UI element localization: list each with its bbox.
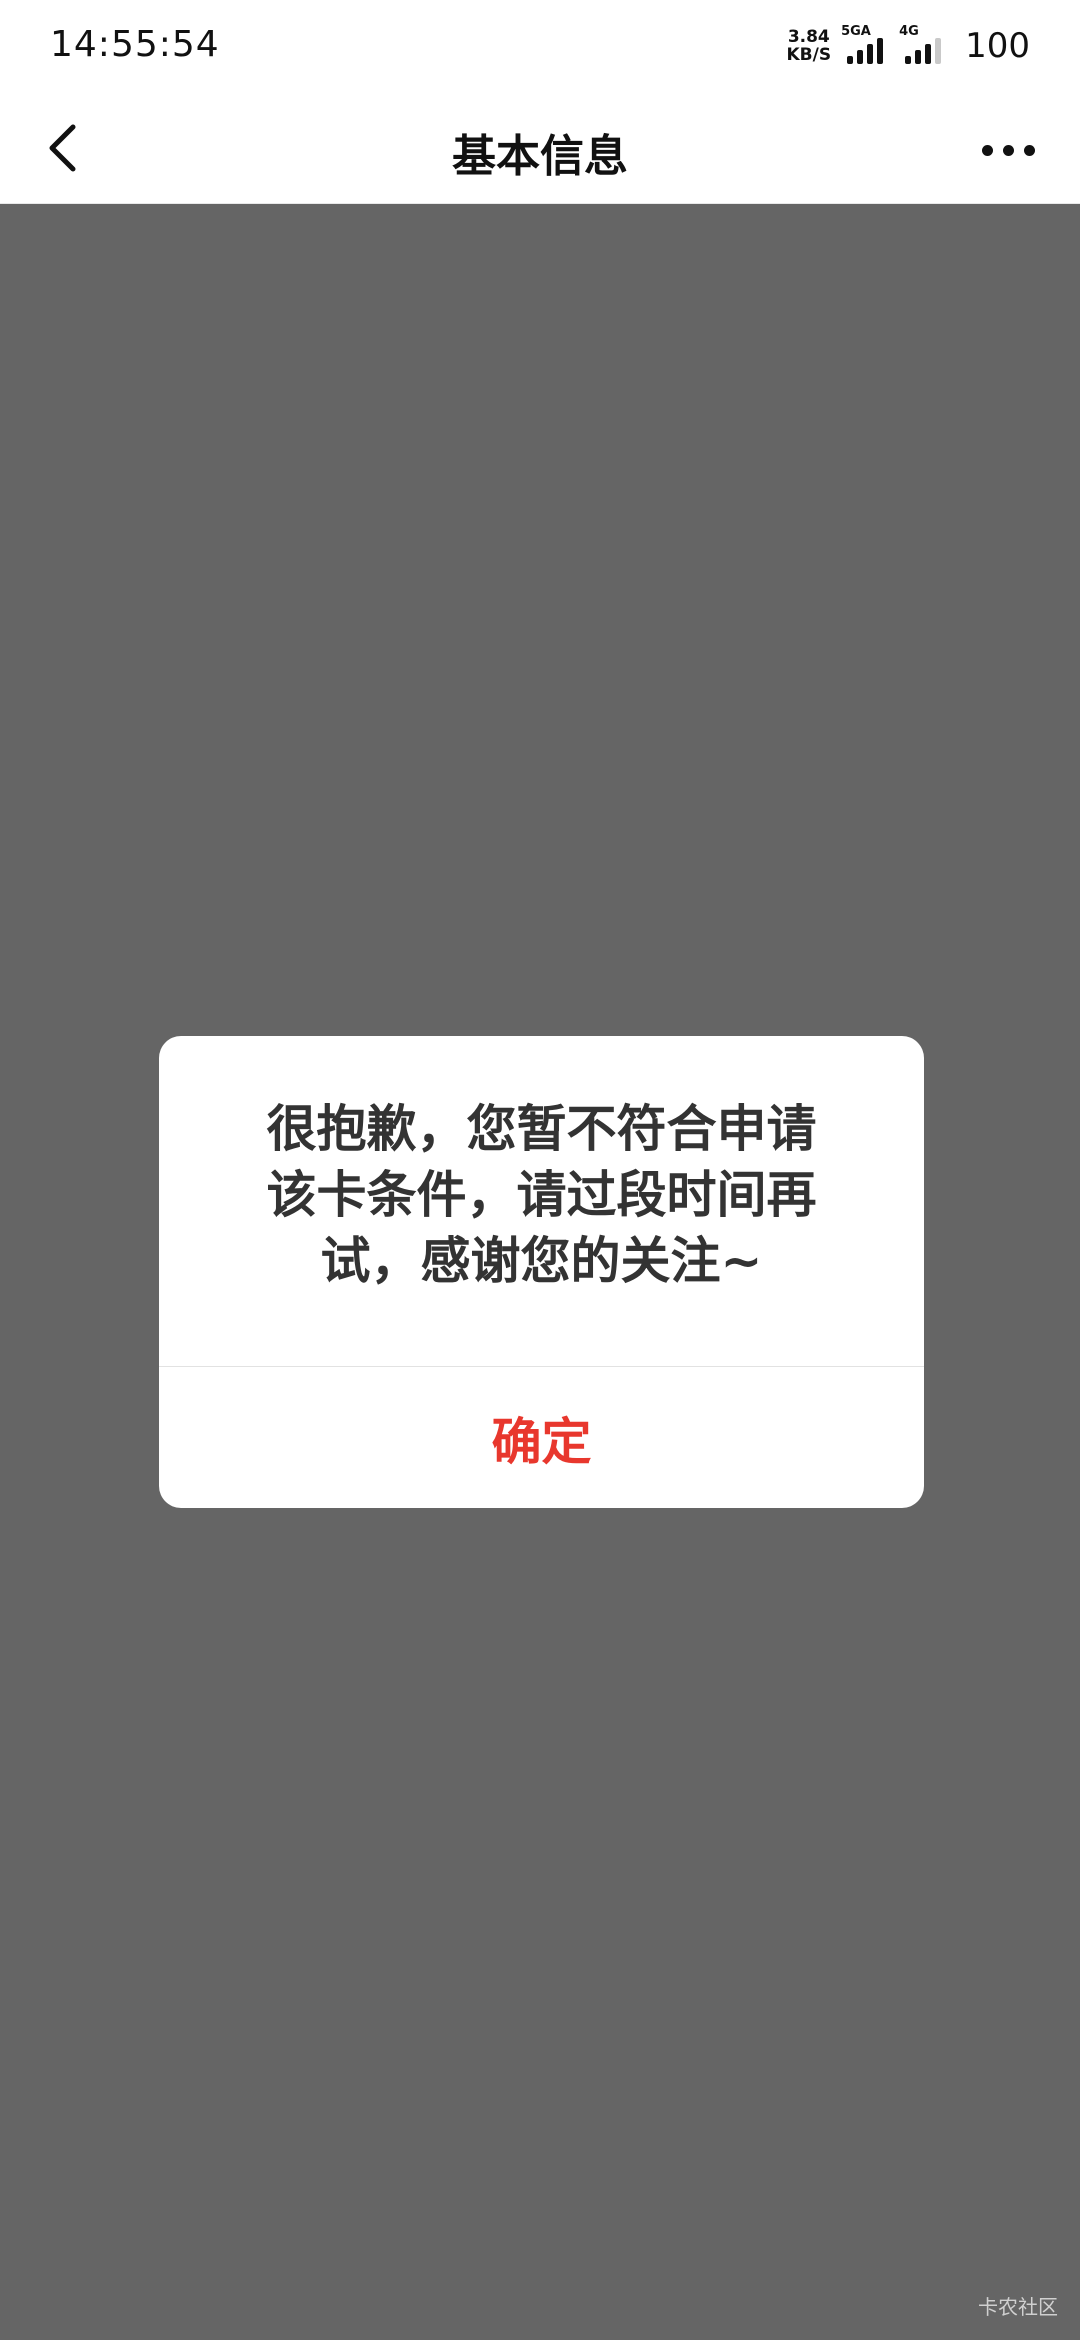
- more-horizontal-icon: [981, 144, 993, 156]
- page-title: 基本信息: [452, 131, 628, 182]
- network-speed-unit: KB/S: [786, 45, 832, 65]
- status-bar: 14:55:54 3.84 KB/S 5GA 4G 100: [0, 0, 1080, 92]
- more-horizontal-icon: [1002, 144, 1014, 156]
- alert-dialog: 很抱歉，您暂不符合申请该卡条件，请过段时间再试，感谢您的关注~ 确定: [159, 1036, 924, 1508]
- more-button[interactable]: [966, 122, 1050, 178]
- network-speed: 3.84 KB/S: [787, 28, 832, 64]
- status-icons: 3.84 KB/S 5GA 4G 100: [787, 24, 1031, 66]
- status-time: 14:55:54: [50, 24, 220, 65]
- signal-5g-icon: 5GA: [841, 24, 889, 66]
- watermark: 卡农社区: [978, 2295, 1058, 2319]
- sim1-network-label: 5GA: [841, 24, 871, 39]
- confirm-button[interactable]: 确定: [159, 1367, 924, 1508]
- network-speed-value: 3.84: [787, 27, 830, 47]
- battery-level: 100: [965, 26, 1030, 66]
- nav-bar: 基本信息: [0, 92, 1080, 204]
- dialog-message: 很抱歉，您暂不符合申请该卡条件，请过段时间再试，感谢您的关注~: [266, 1100, 817, 1290]
- signal-4g-icon: 4G: [899, 24, 947, 66]
- sim2-network-label: 4G: [899, 24, 919, 39]
- more-horizontal-icon: [1023, 144, 1035, 156]
